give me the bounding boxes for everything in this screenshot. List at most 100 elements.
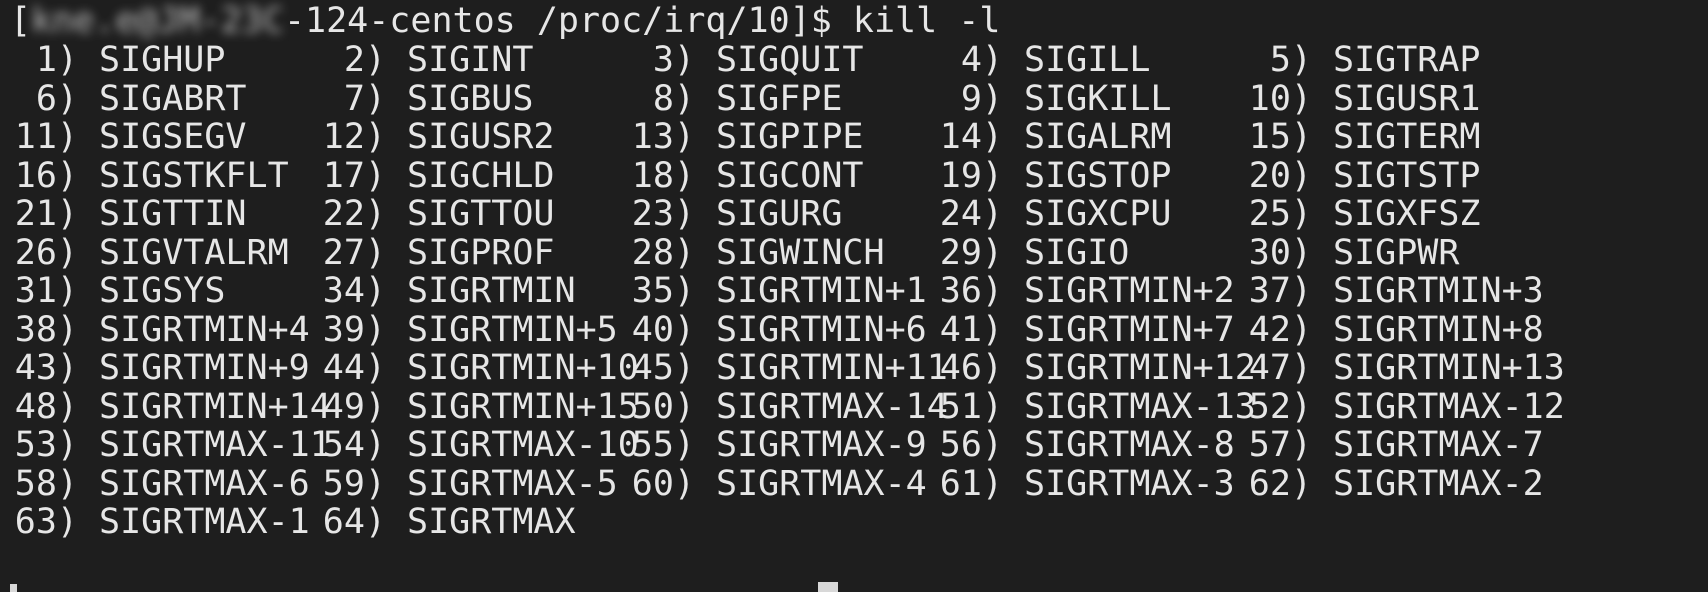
signal-entry: 60) SIGRTMAX-4 — [627, 463, 927, 505]
signal-entry: 20) SIGTSTP — [1244, 155, 1481, 197]
signal-name: SIGRTMIN+9 — [99, 348, 310, 388]
signal-number: 19) — [939, 155, 1003, 196]
signal-name: SIGRTMAX-6 — [99, 463, 310, 504]
signal-name: SIGRTMAX-13 — [1024, 386, 1256, 427]
signal-entry: 52) SIGRTMAX-12 — [1244, 386, 1565, 428]
signal-entry: 11) SIGSEGV — [10, 116, 247, 158]
signal-name: SIGKILL — [1024, 78, 1172, 119]
signal-entry: 30) SIGPWR — [1244, 232, 1460, 274]
signal-name: SIGTRAP — [1333, 40, 1481, 80]
signal-entry: 48) SIGRTMIN+14 — [10, 386, 331, 428]
signal-entry: 21) SIGTTIN — [10, 193, 247, 235]
signal-number: 17) — [322, 155, 386, 196]
signal-number: 37) — [1248, 271, 1312, 311]
signal-entry: 23) SIGURG — [627, 193, 843, 235]
signal-number: 24) — [939, 194, 1003, 234]
signal-entry: 43) SIGRTMIN+9 — [10, 347, 310, 389]
signal-number: 27) — [322, 232, 386, 273]
signal-entry: 24) SIGXCPU — [935, 193, 1172, 235]
prompt-fragment — [10, 584, 17, 592]
signal-name: SIGQUIT — [716, 40, 864, 80]
signal-number: 63) — [14, 502, 78, 542]
signal-name: SIGRTMAX-12 — [1333, 386, 1565, 427]
signal-number: 52) — [1248, 386, 1312, 427]
signal-name: SIGHUP — [99, 40, 226, 80]
signal-name: SIGURG — [716, 194, 843, 234]
signal-number: 46) — [939, 348, 1003, 388]
signal-entry: 44) SIGRTMIN+10 — [318, 347, 639, 389]
signal-name: SIGRTMAX-7 — [1333, 425, 1544, 465]
signal-number: 53) — [14, 425, 78, 465]
signal-entry: 36) SIGRTMIN+2 — [935, 270, 1235, 312]
signal-entry: 54) SIGRTMAX-10 — [318, 424, 639, 466]
prompt-line: [kne.e@JM-23C-124-centos /proc/irq/10]$ … — [10, 0, 1000, 42]
signal-name: SIGRTMIN+1 — [716, 271, 927, 311]
signal-number: 1) — [35, 40, 78, 80]
signal-number: 44) — [322, 348, 386, 388]
signal-entry: 25) SIGXFSZ — [1244, 193, 1481, 235]
signal-number: 31) — [14, 271, 78, 311]
signal-entry: 53) SIGRTMAX-11 — [10, 424, 331, 466]
signal-entry: 4) SIGILL — [935, 39, 1151, 81]
signal-name: SIGUSR1 — [1333, 78, 1481, 119]
signal-entry: 57) SIGRTMAX-7 — [1244, 424, 1544, 466]
signal-entry: 7) SIGBUS — [318, 78, 534, 120]
signal-entry: 14) SIGALRM — [935, 116, 1172, 158]
signal-name: SIGIO — [1024, 232, 1130, 273]
signal-name: SIGSYS — [99, 271, 226, 311]
signal-name: SIGRTMIN+4 — [99, 309, 310, 350]
signal-entry: 49) SIGRTMIN+15 — [318, 386, 639, 428]
signal-number: 50) — [631, 386, 695, 427]
signal-name: SIGRTMAX-2 — [1333, 463, 1544, 504]
signal-number: 8) — [652, 78, 695, 119]
signal-entry: 42) SIGRTMIN+8 — [1244, 309, 1544, 351]
signal-number: 58) — [14, 463, 78, 504]
signal-entry: 9) SIGKILL — [935, 78, 1172, 120]
signal-name: SIGRTMIN+7 — [1024, 309, 1235, 350]
signal-number: 9) — [960, 78, 1003, 119]
signal-entry: 28) SIGWINCH — [627, 232, 885, 274]
signal-number: 54) — [322, 425, 386, 465]
signal-entry: 37) SIGRTMIN+3 — [1244, 270, 1544, 312]
signal-number: 43) — [14, 348, 78, 388]
signal-entry: 5) SIGTRAP — [1244, 39, 1481, 81]
signal-name: SIGTSTP — [1333, 155, 1481, 196]
signal-name: SIGRTMAX-4 — [716, 463, 927, 504]
signal-number: 62) — [1248, 463, 1312, 504]
signal-entry: 35) SIGRTMIN+1 — [627, 270, 927, 312]
signal-name: SIGRTMIN+6 — [716, 309, 927, 350]
signal-number: 56) — [939, 425, 1003, 465]
signal-number: 60) — [631, 463, 695, 504]
terminal-cursor — [818, 582, 838, 592]
terminal-window[interactable]: [kne.e@JM-23C-124-centos /proc/irq/10]$ … — [0, 0, 1708, 592]
signal-name: SIGRTMAX-11 — [99, 425, 331, 465]
signal-name: SIGUSR2 — [407, 117, 555, 157]
signal-entry: 2) SIGINT — [318, 39, 534, 81]
signal-name: SIGPWR — [1333, 232, 1460, 273]
signal-number: 42) — [1248, 309, 1312, 350]
signal-number: 30) — [1248, 232, 1312, 273]
signal-entry: 12) SIGUSR2 — [318, 116, 555, 158]
signal-number: 38) — [14, 309, 78, 350]
signal-name: SIGFPE — [716, 78, 843, 119]
signal-number: 61) — [939, 463, 1003, 504]
signal-number: 21) — [14, 194, 78, 234]
signal-name: SIGRTMIN+5 — [407, 309, 618, 350]
signal-entry: 56) SIGRTMAX-8 — [935, 424, 1235, 466]
signal-number: 25) — [1248, 194, 1312, 234]
signal-number: 57) — [1248, 425, 1312, 465]
signal-number: 55) — [631, 425, 695, 465]
signal-entry: 3) SIGQUIT — [627, 39, 864, 81]
signal-entry: 55) SIGRTMAX-9 — [627, 424, 927, 466]
signal-entry: 17) SIGCHLD — [318, 155, 555, 197]
signal-entry: 62) SIGRTMAX-2 — [1244, 463, 1544, 505]
signal-number: 13) — [631, 117, 695, 157]
command-text: kill -l — [852, 1, 1001, 41]
signal-entry: 1) SIGHUP — [10, 39, 226, 81]
signal-entry: 8) SIGFPE — [627, 78, 843, 120]
signal-number: 34) — [322, 271, 386, 311]
signal-name: SIGBUS — [407, 78, 534, 119]
signal-entry: 16) SIGSTKFLT — [10, 155, 289, 197]
signal-name: SIGILL — [1024, 40, 1151, 80]
signal-entry: 45) SIGRTMIN+11 — [627, 347, 948, 389]
